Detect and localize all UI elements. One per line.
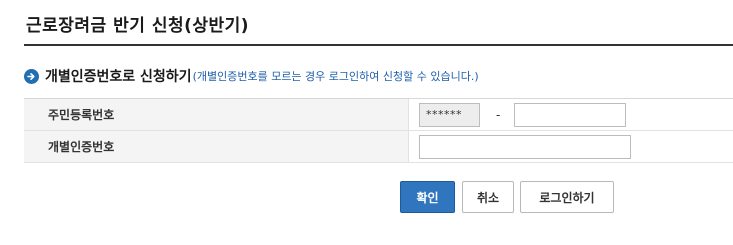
rrn-label: 주민등록번호 bbox=[24, 99, 408, 130]
section-heading-note: (개별인증번호를 모르는 경우 로그인하여 신청할 수 있습니다.) bbox=[192, 70, 479, 83]
form-row-personal-code: 개별인증번호 bbox=[24, 131, 733, 163]
section-heading: 개별인증번호로 신청하기 (개별인증번호를 모르는 경우 로그인하여 신청할 수… bbox=[24, 66, 479, 86]
rrn-separator: - bbox=[496, 107, 501, 122]
rrn-front-field[interactable]: ****** bbox=[419, 102, 480, 127]
login-button[interactable]: 로그인하기 bbox=[520, 181, 614, 213]
title-divider bbox=[24, 44, 733, 46]
personal-code-field-group bbox=[408, 131, 733, 162]
personal-code-input[interactable] bbox=[419, 134, 631, 159]
rrn-field-group: ****** - bbox=[408, 99, 733, 130]
rrn-back-input[interactable] bbox=[514, 102, 627, 127]
form-row-rrn: 주민등록번호 ****** - bbox=[24, 99, 733, 131]
page-title: 근로장려금 반기 신청(상반기) bbox=[26, 16, 250, 36]
arrow-right-circle-icon bbox=[24, 68, 39, 84]
confirm-button[interactable]: 확인 bbox=[400, 181, 455, 213]
section-heading-title: 개별인증번호로 신청하기 bbox=[45, 69, 192, 85]
cancel-button[interactable]: 취소 bbox=[462, 181, 514, 213]
verification-form: 주민등록번호 ****** - 개별인증번호 bbox=[24, 98, 733, 163]
personal-code-label: 개별인증번호 bbox=[24, 131, 408, 162]
